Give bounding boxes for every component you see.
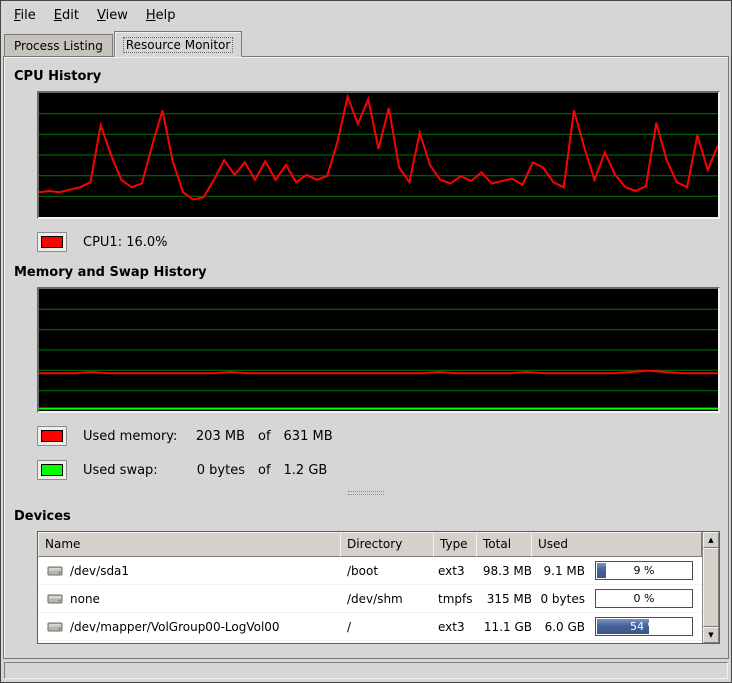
swap-color-chip (41, 464, 63, 476)
cpu-history-title: CPU History (14, 69, 728, 84)
memory-color-chip (41, 430, 63, 442)
memory-of-label: of (258, 429, 271, 444)
status-frame (4, 662, 728, 679)
resource-monitor-page: CPU History CPU1: 16.0% Memory and Swap … (3, 56, 729, 659)
device-total: 11.1 GB (479, 620, 535, 634)
column-header-directory[interactable]: Directory (340, 532, 434, 557)
device-used: 0 bytes (535, 592, 585, 606)
progress-percent-label: 54 % (596, 618, 692, 635)
progress-percent-label: 9 % (596, 562, 692, 579)
column-header-used[interactable]: Used (531, 532, 702, 557)
menu-help[interactable]: Help (137, 4, 185, 27)
scrollbar-thumb[interactable] (703, 548, 719, 627)
swap-of-label: of (258, 463, 271, 478)
device-directory: / (341, 620, 435, 634)
devices-table-main: Name Directory Type Total Used (38, 532, 702, 643)
device-total: 98.3 MB (479, 564, 535, 578)
swap-used-value: 0 bytes (183, 463, 245, 478)
devices-title: Devices (14, 509, 728, 524)
device-type: ext3 (435, 564, 479, 578)
menu-bar: File Edit View Help (1, 1, 731, 29)
device-used: 9.1 MB (535, 564, 585, 578)
memory-legend-label: Used memory: (83, 429, 183, 444)
memory-total-value: 631 MB (284, 429, 333, 444)
device-name: none (70, 592, 100, 606)
swap-total-value: 1.2 GB (284, 463, 328, 478)
memory-graph-canvas (39, 289, 718, 411)
device-row-sda1[interactable]: /dev/sda1 /boot ext3 98.3 MB 9.1 MB 9 % (38, 557, 702, 585)
swap-legend-swatch (37, 460, 67, 480)
progress-percent-label: 0 % (596, 590, 692, 607)
memory-swap-graph (37, 287, 720, 413)
pane-resize-grip[interactable] (348, 491, 384, 497)
tab-bar: Process Listing Resource Monitor (1, 29, 731, 56)
devices-table-body: /dev/sda1 /boot ext3 98.3 MB 9.1 MB 9 % (38, 557, 702, 643)
drive-icon (47, 619, 63, 635)
tab-process-listing[interactable]: Process Listing (4, 34, 113, 56)
column-header-total[interactable]: Total (476, 532, 532, 557)
cpu-color-chip (41, 236, 63, 248)
tab-resource-monitor-label: Resource Monitor (124, 38, 232, 52)
cpu-graph-canvas (39, 93, 718, 217)
device-directory: /boot (341, 564, 435, 578)
status-bar (1, 659, 731, 682)
scroll-up-icon: ▲ (708, 537, 713, 544)
device-total: 315 MB (479, 592, 535, 606)
device-usage-progressbar: 9 % (595, 561, 693, 580)
tab-process-listing-label: Process Listing (14, 39, 103, 53)
device-type: tmpfs (435, 592, 479, 606)
memory-legend-swatch (37, 426, 67, 446)
tab-resource-monitor[interactable]: Resource Monitor (114, 31, 242, 57)
menu-file[interactable]: File (5, 4, 45, 27)
devices-table: Name Directory Type Total Used (37, 531, 720, 644)
memory-used-value: 203 MB (183, 429, 245, 444)
scroll-up-button[interactable]: ▲ (703, 532, 719, 548)
device-row-none[interactable]: none /dev/shm tmpfs 315 MB 0 bytes 0 % (38, 585, 702, 613)
cpu-legend: CPU1: 16.0% (37, 231, 728, 253)
devices-table-header: Name Directory Type Total Used (38, 532, 702, 557)
device-used: 6.0 GB (535, 620, 585, 634)
vertical-scrollbar[interactable]: ▲ ▼ (702, 532, 719, 643)
memory-legend: Used memory: 203 MB of 631 MB (37, 425, 728, 447)
swap-legend-label: Used swap: (83, 463, 183, 478)
column-header-type[interactable]: Type (433, 532, 477, 557)
system-monitor-window: File Edit View Help Process Listing Reso… (0, 0, 732, 683)
memory-usage-line (39, 371, 718, 374)
device-directory: /dev/shm (341, 592, 435, 606)
device-type: ext3 (435, 620, 479, 634)
device-usage-progressbar: 54 % (595, 617, 693, 636)
swap-legend: Used swap: 0 bytes of 1.2 GB (37, 459, 728, 481)
device-row-volgroup[interactable]: /dev/mapper/VolGroup00-LogVol00 / ext3 1… (38, 613, 702, 641)
drive-icon (47, 591, 63, 607)
scroll-down-icon: ▼ (708, 632, 713, 639)
cpu-usage-line (39, 97, 718, 200)
scroll-down-button[interactable]: ▼ (703, 627, 719, 643)
menu-edit[interactable]: Edit (45, 4, 88, 27)
drive-icon (47, 563, 63, 579)
cpu-legend-swatch (37, 232, 67, 252)
menu-view[interactable]: View (88, 4, 137, 27)
column-header-name[interactable]: Name (38, 532, 341, 557)
device-usage-progressbar: 0 % (595, 589, 693, 608)
cpu-legend-label: CPU1: 16.0% (83, 235, 168, 250)
device-name: /dev/sda1 (70, 564, 129, 578)
memory-history-title: Memory and Swap History (14, 265, 728, 280)
device-name: /dev/mapper/VolGroup00-LogVol00 (70, 620, 280, 634)
cpu-history-graph (37, 91, 720, 219)
